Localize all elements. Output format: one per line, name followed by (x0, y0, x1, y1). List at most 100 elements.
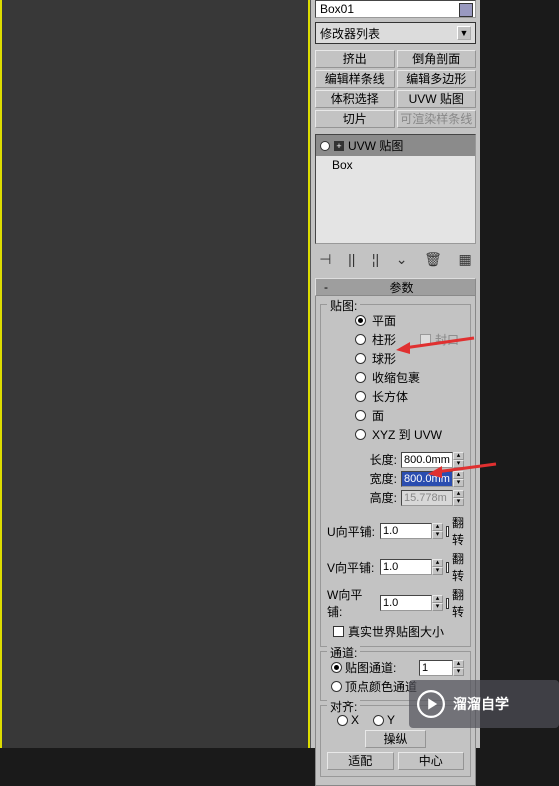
spinner-down-icon[interactable]: ▾ (453, 498, 464, 506)
spinner-up-icon[interactable]: ▴ (453, 660, 464, 668)
v-tile-input[interactable] (380, 559, 432, 575)
modifier-list-label: 修改器列表 (320, 25, 380, 42)
height-label: 高度: (353, 489, 397, 506)
spinner-down-icon[interactable]: ▾ (432, 603, 443, 611)
fit-button[interactable]: 适配 (327, 752, 394, 770)
watermark-text: 溜溜自学 (453, 694, 509, 714)
spinner-up-icon[interactable]: ▴ (432, 595, 443, 603)
u-flip-checkbox[interactable] (446, 526, 449, 537)
channel-group-title: 通道: (327, 644, 360, 661)
cap-checkbox (420, 334, 431, 345)
viewport (0, 0, 310, 748)
stack-item-active[interactable]: + UVW 贴图 (316, 135, 475, 156)
edit-spline-button[interactable]: 编辑样条线 (315, 70, 395, 88)
width-row: 宽度: ▴▾ (325, 469, 466, 488)
radio-cylindrical[interactable]: 柱形 封口 (325, 330, 466, 349)
pin-stack-icon[interactable]: ⊣ (319, 251, 331, 268)
radio-xyz[interactable]: XYZ 到 UVW (325, 425, 466, 444)
edit-poly-button[interactable]: 编辑多边形 (397, 70, 477, 88)
spinner-up-icon[interactable]: ▴ (453, 471, 464, 479)
u-tile-input[interactable] (380, 523, 432, 539)
mapping-group-title: 贴图: (327, 297, 360, 314)
length-label: 长度: (353, 451, 397, 468)
configure-sets-icon[interactable]: ▦ (458, 251, 471, 268)
radio-spherical[interactable]: 球形 (325, 349, 466, 368)
radio-box[interactable]: 长方体 (325, 387, 466, 406)
v-flip-checkbox[interactable] (446, 562, 449, 573)
radio-icon (355, 315, 366, 326)
visibility-bulb-icon[interactable] (320, 141, 330, 151)
w-flip-checkbox[interactable] (446, 598, 449, 609)
w-tile-label: W向平铺: (327, 586, 377, 620)
stack-item-base[interactable]: Box (316, 156, 475, 174)
radio-shrink[interactable]: 收缩包裹 (325, 368, 466, 387)
spinner-up-icon[interactable]: ▴ (453, 452, 464, 460)
v-tile-label: V向平铺: (327, 559, 377, 576)
stack-item-label: UVW 贴图 (348, 137, 403, 154)
length-row: 长度: ▴▾ (325, 450, 466, 469)
realworld-row[interactable]: 真实世界贴图大小 (325, 621, 466, 642)
radio-icon (355, 334, 366, 345)
u-tile-label: U向平铺: (327, 523, 377, 540)
watermark: 溜溜自学 (409, 680, 559, 728)
radio-icon[interactable] (373, 715, 384, 726)
play-logo-icon (417, 690, 445, 718)
stack-toolbar: ⊣ || ¦| ⌄ 🗑 ▦ (315, 248, 476, 270)
radio-icon (331, 681, 342, 692)
collapse-minus-icon: - (320, 280, 332, 294)
spinner-up-icon[interactable]: ▴ (453, 490, 464, 498)
map-channel-input[interactable] (419, 660, 453, 676)
width-label: 宽度: (353, 470, 397, 487)
radio-icon (331, 662, 342, 673)
manipulate-button[interactable]: 操纵 (365, 730, 426, 748)
spinner-up-icon[interactable]: ▴ (432, 523, 443, 531)
v-tile-row: V向平铺: ▴▾ 翻转 (325, 549, 466, 585)
modifier-list-dropdown[interactable]: 修改器列表 ▼ (315, 22, 476, 44)
rollout-header[interactable]: - 参数 (315, 278, 476, 296)
radio-icon (355, 429, 366, 440)
color-swatch[interactable] (459, 3, 473, 17)
height-row: 高度: ▴▾ (325, 488, 466, 507)
width-input[interactable] (401, 471, 453, 487)
align-group-title: 对齐: (327, 698, 360, 715)
realworld-checkbox[interactable] (333, 626, 344, 637)
chamfer-button[interactable]: 倒角剖面 (397, 50, 477, 68)
radio-face[interactable]: 面 (325, 406, 466, 425)
show-end-result-icon[interactable]: || (348, 251, 355, 267)
dropdown-arrow-icon: ▼ (457, 26, 471, 40)
u-tile-row: U向平铺: ▴▾ 翻转 (325, 513, 466, 549)
spinner-down-icon[interactable]: ▾ (453, 460, 464, 468)
extrude-button[interactable]: 挤出 (315, 50, 395, 68)
radio-icon (355, 353, 366, 364)
object-name-field[interactable] (315, 0, 476, 18)
w-tile-input[interactable] (380, 595, 432, 611)
object-name-input[interactable] (320, 2, 471, 16)
radio-icon (355, 391, 366, 402)
renderable-spline-button[interactable]: 可渲染样条线 (397, 110, 477, 128)
height-input[interactable] (401, 490, 453, 506)
spinner-down-icon[interactable]: ▾ (432, 567, 443, 575)
radio-icon (355, 372, 366, 383)
spinner-down-icon[interactable]: ▾ (453, 668, 464, 676)
make-unique-icon[interactable]: ¦| (372, 251, 379, 267)
center-button[interactable]: 中心 (398, 752, 465, 770)
rollout-title: 参数 (332, 279, 471, 296)
expand-plus-icon[interactable]: + (334, 141, 344, 151)
trash-icon[interactable]: 🗑 (424, 251, 442, 268)
vol-select-button[interactable]: 体积选择 (315, 90, 395, 108)
uvw-map-button[interactable]: UVW 贴图 (397, 90, 477, 108)
mapping-group: 贴图: 平面 柱形 封口 球形 收缩包裹 长方体 面 XYZ 到 UVW 长度:… (320, 304, 471, 647)
w-tile-row: W向平铺: ▴▾ 翻转 (325, 585, 466, 621)
length-input[interactable] (401, 452, 453, 468)
spinner-up-icon[interactable]: ▴ (432, 559, 443, 567)
radio-icon[interactable] (337, 715, 348, 726)
realworld-label: 真实世界贴图大小 (348, 623, 444, 640)
radio-icon (355, 410, 366, 421)
remove-modifier-icon[interactable]: ⌄ (396, 251, 408, 268)
modifier-buttons: 挤出 倒角剖面 编辑样条线 编辑多边形 体积选择 UVW 贴图 切片 可渲染样条… (311, 48, 480, 130)
spinner-down-icon[interactable]: ▾ (432, 531, 443, 539)
modify-panel: 修改器列表 ▼ 挤出 倒角剖面 编辑样条线 编辑多边形 体积选择 UVW 贴图 … (310, 0, 480, 748)
modifier-stack[interactable]: + UVW 贴图 Box (315, 134, 476, 244)
spinner-down-icon[interactable]: ▾ (453, 479, 464, 487)
slice-button[interactable]: 切片 (315, 110, 395, 128)
